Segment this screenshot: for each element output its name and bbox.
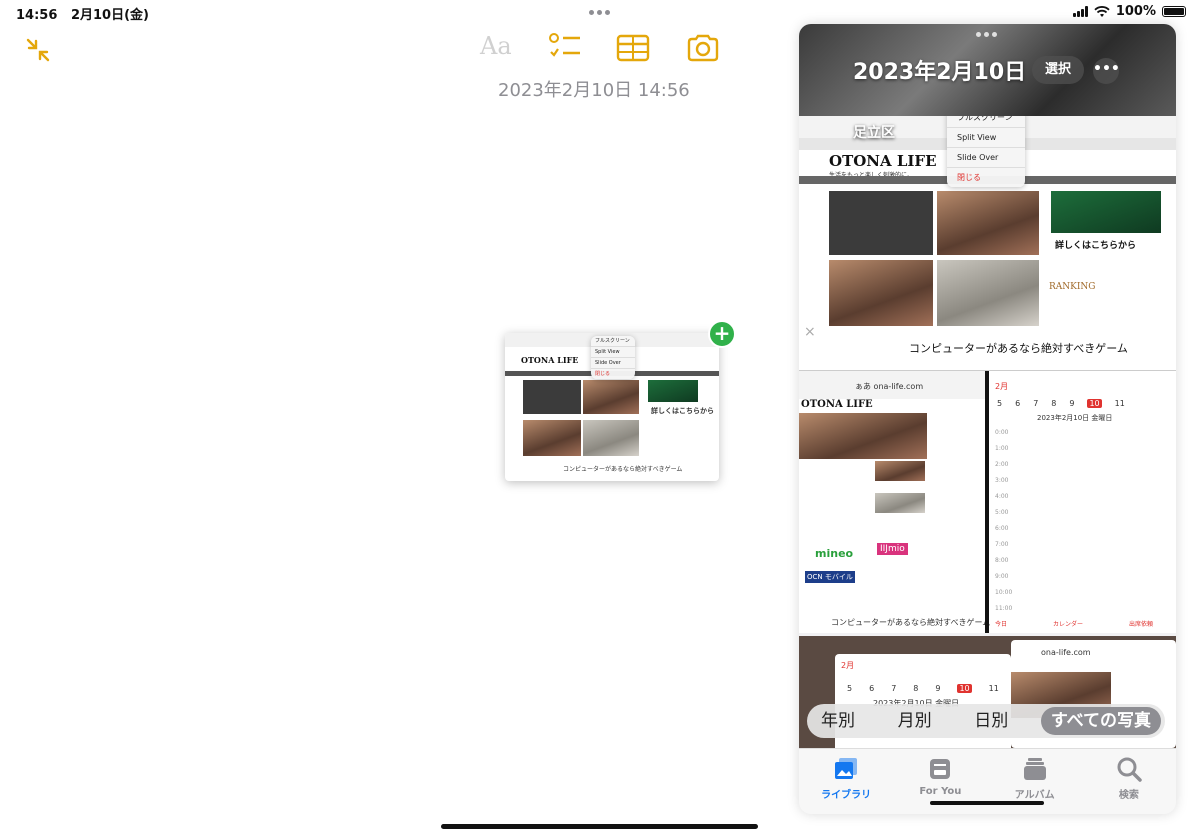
time-period-segmented-control: 年別 月別 日別 すべての写真 [807, 704, 1165, 738]
calendar-hour-label: 3:00 [995, 477, 1009, 484]
screenshot1-ranking: RANKING [1049, 282, 1096, 292]
calendar-day[interactable]: 5 [847, 684, 852, 693]
calendar-day[interactable]: 11 [989, 684, 999, 693]
multitasking-dots-icon[interactable] [589, 10, 610, 15]
calendar-day[interactable]: 8 [1051, 399, 1056, 408]
calendar-hour-label: 7:00 [995, 541, 1009, 548]
status-date: 2月10日(金) [70, 8, 149, 23]
library-icon [835, 758, 858, 779]
calendar-day[interactable]: 9 [935, 684, 940, 693]
close-icon[interactable]: × [804, 324, 816, 340]
segment-all-photos[interactable]: すべての写真 [1040, 707, 1161, 735]
calendar-day[interactable]: 8 [913, 684, 918, 693]
search-icon [1117, 757, 1142, 782]
calendar-hour-label: 10:00 [995, 589, 1013, 596]
calendar-hour-label: 11:00 [995, 605, 1013, 612]
calendar-day[interactable]: 10 [957, 684, 972, 693]
photos-location: 足立区 [853, 125, 895, 141]
calendar-hour-label: 2:00 [995, 461, 1009, 468]
calendar-hour-label: 8:00 [995, 557, 1009, 564]
calendar-day[interactable]: 6 [869, 684, 874, 693]
screenshot-thumbnail-2[interactable]: ぁあ ona-life.com OTONA LIFE mineo IIJmio … [799, 370, 1176, 633]
home-indicator[interactable] [441, 824, 758, 829]
table-icon[interactable] [616, 34, 650, 62]
slide-over-home-indicator[interactable] [930, 801, 1044, 805]
camera-icon[interactable] [686, 34, 720, 62]
screenshot2-url: ona-life.com [873, 382, 924, 391]
status-bar-right: 100% [1072, 4, 1186, 19]
format-text-button[interactable]: Aa [480, 32, 512, 60]
screenshot2-game-title: コンピューターがあるなら絶対すべきゲーム [831, 618, 991, 627]
segment-years[interactable]: 年別 [811, 707, 865, 735]
calendar-footer-item[interactable]: 今日 [995, 619, 1007, 628]
for-you-icon [930, 759, 951, 779]
cellular-signal-icon [1072, 6, 1088, 17]
slide-over-grip-icon[interactable] [976, 32, 997, 37]
select-button[interactable]: 選択 [1032, 56, 1084, 84]
wifi-icon [1094, 5, 1110, 17]
calendar-day[interactable]: 5 [997, 399, 1002, 408]
calendar-footer-item[interactable]: カレンダー [1053, 619, 1083, 628]
screenshot2-logo: OTONA LIFE [801, 399, 873, 410]
calendar-day[interactable]: 7 [1033, 399, 1038, 408]
status-time: 14:56 [16, 8, 58, 23]
segment-days[interactable]: 日別 [964, 707, 1018, 735]
screenshot1-game-title: コンピューターがあるなら絶対すべきゲーム [909, 342, 1128, 355]
calendar-day[interactable]: 6 [1015, 399, 1020, 408]
calendar-hour-label: 9:00 [995, 573, 1009, 580]
photos-slide-over: OTONA LIFE 生活をもっと楽しく刺激的に。 詳しくはこちらから RANK… [799, 24, 1176, 814]
collapse-icon[interactable] [24, 36, 52, 64]
calendar-hour-label: 5:00 [995, 509, 1009, 516]
screenshot1-cta: 詳しくはこちらから [1055, 241, 1137, 251]
calendar-hour-label: 4:00 [995, 493, 1009, 500]
add-plus-icon: + [708, 320, 736, 348]
screenshot1-logo: OTONA LIFE [829, 152, 937, 170]
context-menu: フルスクリーン Split View Slide Over 閉じる [947, 108, 1025, 187]
menu-split-view[interactable]: Split View [947, 128, 1025, 148]
segment-months[interactable]: 月別 [888, 707, 942, 735]
preview-game-title: コンピューターがあるなら絶対すべきゲーム [563, 466, 683, 473]
menu-close[interactable]: 閉じる [947, 168, 1025, 187]
photos-date-title: 2023年2月10日 [853, 60, 1027, 85]
screenshot2-aa: ぁあ [855, 382, 871, 391]
calendar-day[interactable]: 7 [891, 684, 896, 693]
tab-search[interactable]: 検索 [1089, 749, 1169, 814]
more-icon[interactable]: ••• [1093, 58, 1120, 84]
screenshot2-iijmio: IIJmio [877, 543, 908, 555]
battery-percent: 100% [1115, 4, 1156, 19]
calendar-day[interactable]: 9 [1069, 399, 1074, 408]
calendar-hour-label: 0:00 [995, 429, 1009, 436]
preview-cta: 詳しくはこちらから [651, 407, 714, 415]
calendar-hour-label: 6:00 [995, 525, 1009, 532]
screenshot2-ocn: OCN モバイル [805, 571, 855, 583]
calendar-hour-label: 1:00 [995, 445, 1009, 452]
albums-icon [1023, 758, 1046, 780]
preview-logo: OTONA LIFE [521, 355, 579, 365]
battery-icon [1162, 6, 1186, 17]
screenshot2-mineo: mineo [815, 547, 854, 560]
screenshot2-cal-back: 2月 [995, 382, 1009, 391]
dragged-screenshot-preview[interactable]: OTONA LIFE 詳しくはこちらから フルスクリーン Split View … [505, 333, 719, 481]
note-date: 2023年2月10日 14:56 [498, 80, 690, 101]
screenshot3-url: ona-life.com [1041, 648, 1091, 657]
tab-library[interactable]: ライブラリ [806, 749, 886, 814]
calendar-footer-item[interactable]: 出席依頼 [1129, 619, 1153, 628]
checklist-icon[interactable] [548, 32, 582, 62]
preview-context-menu: フルスクリーン Split View Slide Over 閉じる [591, 336, 635, 379]
screenshot2-cal-date: 2023年2月10日 金曜日 [1037, 414, 1113, 422]
status-bar-time-date: 14:56 2月10日(金) [16, 4, 149, 23]
calendar-day[interactable]: 10 [1087, 399, 1102, 408]
screenshot3-cal-back: 2月 [841, 661, 855, 670]
menu-slide-over[interactable]: Slide Over [947, 148, 1025, 168]
calendar-day[interactable]: 11 [1115, 399, 1125, 408]
